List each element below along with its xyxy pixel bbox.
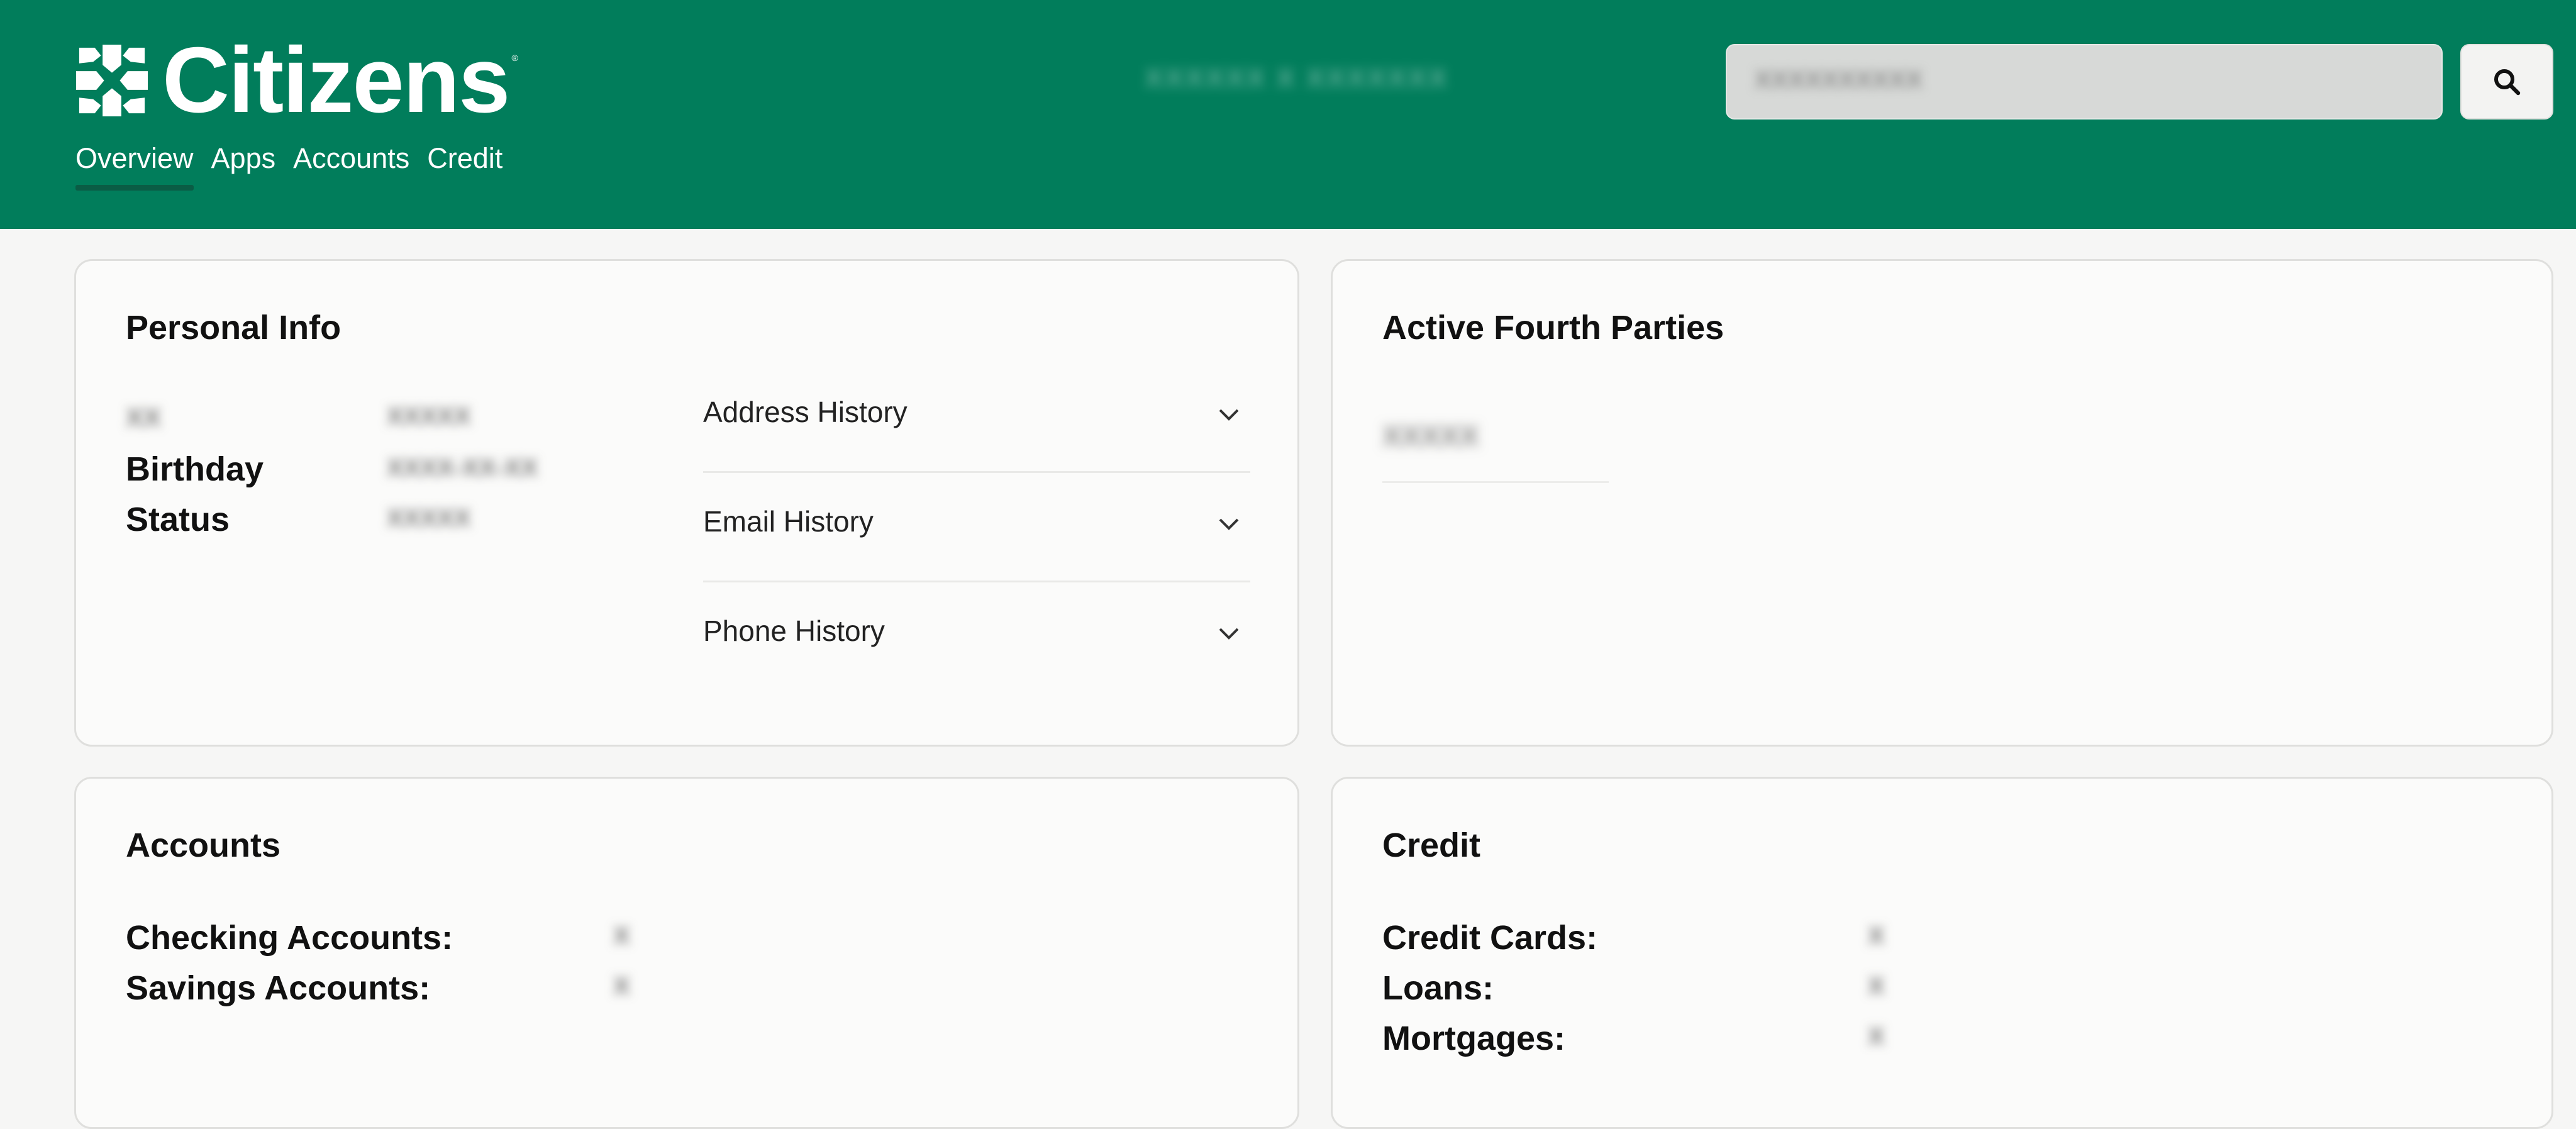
search-icon <box>2494 69 2521 96</box>
email-history-label: Email History <box>703 505 874 538</box>
savings-accounts-label: Savings Accounts: <box>126 969 431 1007</box>
mortgages-value: X <box>1868 1023 1885 1050</box>
search-button[interactable] <box>2460 44 2553 120</box>
nav-item-overview[interactable]: Overview <box>75 140 194 191</box>
phone-history-accordion[interactable]: Phone History <box>703 582 1250 692</box>
personal-info-title: Personal Info <box>126 309 341 347</box>
registered-mark: ® <box>511 53 518 63</box>
status-value: XXXXX <box>387 504 471 532</box>
loans-value: X <box>1868 972 1885 1000</box>
phone-history-label: Phone History <box>703 615 885 647</box>
user-name: XXXXXX X XXXXXXX <box>1145 63 1449 94</box>
personal-field-value-0: XXXXX <box>387 403 471 430</box>
fourth-party-item[interactable]: XXXXX <box>1382 408 1609 483</box>
brand-name: Citizens <box>162 28 510 132</box>
citizens-cross-mark-icon <box>75 44 148 117</box>
address-history-label: Address History <box>703 396 908 428</box>
mortgages-label: Mortgages: <box>1382 1020 1566 1057</box>
status-label: Status <box>126 501 230 538</box>
birthday-label: Birthday <box>126 450 264 488</box>
search-input-value: XXXXXXXXXX <box>1755 66 1923 94</box>
nav-item-apps[interactable]: Apps <box>211 140 276 190</box>
birthday-value: XXXX-XX-XX <box>387 454 538 482</box>
nav-item-credit[interactable]: Credit <box>427 140 502 190</box>
main-nav: Overview Apps Accounts Credit <box>75 140 502 191</box>
personal-field-label-0: XX <box>126 403 162 432</box>
fourth-parties-title: Active Fourth Parties <box>1382 309 1724 347</box>
credit-cards-label: Credit Cards: <box>1382 919 1598 957</box>
address-history-accordion[interactable]: Address History <box>703 364 1250 473</box>
checking-accounts-label: Checking Accounts: <box>126 919 453 957</box>
top-header: Citizens ® Overview Apps Accounts Credit… <box>0 0 2576 229</box>
checking-accounts-value: X <box>613 922 630 950</box>
citizens-logo[interactable]: Citizens ® <box>73 34 518 127</box>
fourth-party-name: XXXXX <box>1382 420 1479 452</box>
email-history-accordion[interactable]: Email History <box>703 473 1250 582</box>
credit-title: Credit <box>1382 826 1481 864</box>
nav-item-accounts[interactable]: Accounts <box>293 140 409 190</box>
credit-cards-value: X <box>1868 922 1885 950</box>
chevron-down-icon <box>1219 518 1239 530</box>
chevron-down-icon <box>1219 628 1239 640</box>
loans-label: Loans: <box>1382 969 1494 1007</box>
chevron-down-icon <box>1219 409 1239 421</box>
accounts-title: Accounts <box>126 826 281 864</box>
savings-accounts-value: X <box>613 972 630 1000</box>
